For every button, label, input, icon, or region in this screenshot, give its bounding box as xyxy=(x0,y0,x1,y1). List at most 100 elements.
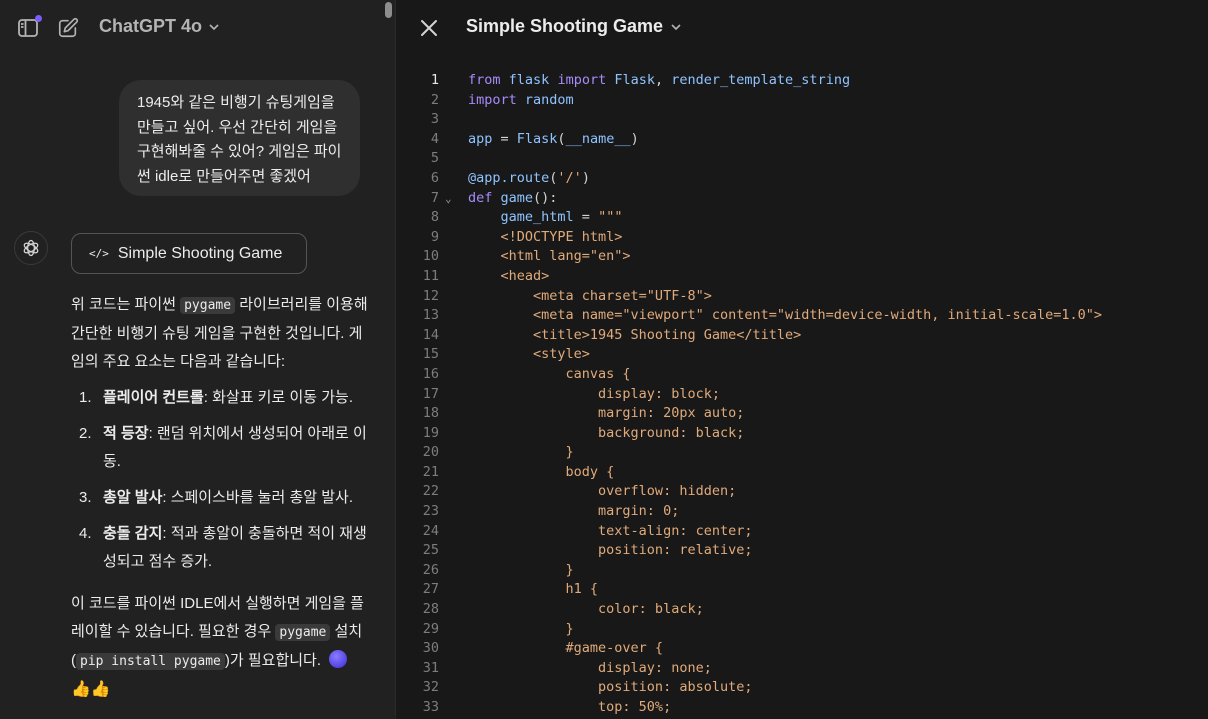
code-line[interactable]: 31 display: none; xyxy=(396,659,1208,679)
code-token: app xyxy=(468,130,493,147)
outro-paragraph: 이 코드를 파이썬 IDLE에서 실행하면 게임을 플레이할 수 있습니다. 필… xyxy=(71,590,371,704)
code-token: text-align: center; xyxy=(468,522,753,539)
code-token: """ xyxy=(598,209,623,226)
code-token: background: black; xyxy=(468,424,745,441)
code-line[interactable]: 2 import random xyxy=(396,91,1208,111)
line-number: 6 xyxy=(430,169,439,186)
code-line[interactable]: 33 top: 50%; xyxy=(396,698,1208,718)
code-token: game xyxy=(500,189,534,206)
code-line[interactable]: 5 xyxy=(396,149,1208,169)
code-line[interactable]: 30 #game-over { xyxy=(396,639,1208,659)
code-token: <html lang="en"> xyxy=(468,248,631,265)
code-text: margin: 0; xyxy=(468,502,679,522)
code-text: color: black; xyxy=(468,600,704,620)
code-token: import xyxy=(557,72,607,88)
code-text: body { xyxy=(468,463,615,483)
code-token: } xyxy=(468,561,574,578)
line-number: 30 xyxy=(422,640,439,657)
code-line[interactable]: 4 app = Flask(__name__) xyxy=(396,130,1208,150)
code-line[interactable]: 19 background: black; xyxy=(396,424,1208,444)
model-selector[interactable]: ChatGPT 4o xyxy=(99,16,220,37)
code-text: canvas { xyxy=(468,365,631,385)
code-line[interactable]: 20 } xyxy=(396,443,1208,463)
code-text: margin: 20px auto; xyxy=(468,404,744,424)
code-line[interactable]: 27 h1 { xyxy=(396,580,1208,600)
code-text: @app.route('/') xyxy=(468,169,590,189)
code-token: margin: 20px auto; xyxy=(468,405,745,422)
code-token: h1 { xyxy=(468,581,599,598)
purple-circle-icon xyxy=(329,650,348,668)
line-number: 20 xyxy=(422,444,439,461)
code-line[interactable]: 24 text-align: center; xyxy=(396,522,1208,542)
code-text: <!DOCTYPE html> xyxy=(468,228,623,248)
code-line[interactable]: 25 position: relative; xyxy=(396,541,1208,561)
code-line[interactable]: 11 <head> xyxy=(396,267,1208,287)
inline-code: pip install pygame xyxy=(76,653,225,670)
scrollbar-thumb[interactable] xyxy=(385,2,392,18)
code-line[interactable]: 12 <meta charset="UTF-8"> xyxy=(396,287,1208,307)
code-line[interactable]: 29 } xyxy=(396,620,1208,640)
code-line[interactable]: 3 xyxy=(396,110,1208,130)
line-number: 5 xyxy=(430,150,439,167)
code-token: #game-over { xyxy=(468,640,664,657)
code-text: app = Flask(__name__) xyxy=(468,130,639,150)
close-panel-button[interactable] xyxy=(418,17,440,39)
list-item: 4. 충돌 감지: 적과 총알이 충돌하면 적이 재생성되고 점수 증가. xyxy=(79,525,367,570)
code-token: random xyxy=(524,91,574,108)
code-token: <!DOCTYPE html> xyxy=(468,228,623,245)
code-line[interactable]: 32 position: absolute; xyxy=(396,678,1208,698)
chat-scrollbar[interactable] xyxy=(385,0,392,719)
code-line[interactable]: 17 display: block; xyxy=(396,385,1208,405)
code-token: <head> xyxy=(468,267,550,284)
code-text: position: absolute; xyxy=(468,678,752,698)
code-line[interactable]: 15 <style> xyxy=(396,345,1208,365)
line-number: 22 xyxy=(422,483,439,500)
line-number: 8 xyxy=(430,209,439,226)
new-chat-button[interactable] xyxy=(54,14,82,42)
code-text: } xyxy=(468,561,574,581)
sidebar-toggle-button[interactable] xyxy=(14,14,42,42)
code-line[interactable]: 8 game_html = """ xyxy=(396,208,1208,228)
thumbs-up-icon: 👍👍 xyxy=(71,681,111,698)
code-line[interactable]: 9 <!DOCTYPE html> xyxy=(396,228,1208,248)
code-text: game_html = """ xyxy=(468,208,623,228)
chat-panel: ChatGPT 4o 1945와 같은 비행기 슈팅게임을 만들고 싶어. 우선… xyxy=(0,0,395,719)
line-number: 27 xyxy=(422,581,439,598)
code-text: from flask import Flask, render_template… xyxy=(468,71,850,91)
code-text: def game(): xyxy=(468,189,557,209)
code-line[interactable]: 22 overflow: hidden; xyxy=(396,482,1208,502)
line-number: 28 xyxy=(422,601,439,618)
fold-chevron-icon[interactable]: ⌄ xyxy=(445,189,452,209)
code-token: position: relative; xyxy=(468,542,753,559)
code-line[interactable]: 1 from flask import Flask, render_templat… xyxy=(396,71,1208,91)
code-token: <title>1945 Shooting Game</title> xyxy=(468,326,802,343)
code-token: render_template_string xyxy=(671,72,851,88)
code-token: canvas { xyxy=(468,365,631,382)
line-number: 3 xyxy=(430,111,439,128)
canvas-open-button[interactable]: </> Simple Shooting Game xyxy=(71,233,307,274)
code-line[interactable]: 13 <meta name="viewport" content="width=… xyxy=(396,306,1208,326)
code-line[interactable]: 14 <title>1945 Shooting Game</title> xyxy=(396,326,1208,346)
code-line[interactable]: 23 margin: 0; xyxy=(396,502,1208,522)
code-line[interactable]: 26 } xyxy=(396,561,1208,581)
code-line[interactable]: 6 @app.route('/') xyxy=(396,169,1208,189)
code-token: (): xyxy=(533,189,558,206)
code-line[interactable]: 7 ⌄ def game(): xyxy=(396,189,1208,209)
code-line[interactable]: 16 canvas { xyxy=(396,365,1208,385)
code-token: Flask xyxy=(516,130,558,147)
line-number: 4 xyxy=(430,130,439,147)
panel-title-selector[interactable]: Simple Shooting Game xyxy=(466,16,682,37)
line-number: 32 xyxy=(422,679,439,696)
code-text: <html lang="en"> xyxy=(468,247,631,267)
code-editor[interactable]: 1 from flask import Flask, render_templat… xyxy=(396,71,1208,718)
feature-list: 1. 플레이어 컨트롤: 화살표 키로 이동 가능. 2. 적 등장: 랜덤 위치에… xyxy=(71,384,371,576)
code-line[interactable]: 21 body { xyxy=(396,463,1208,483)
code-line[interactable]: 28 color: black; xyxy=(396,600,1208,620)
line-number: 21 xyxy=(422,463,439,480)
code-line[interactable]: 10 <html lang="en"> xyxy=(396,247,1208,267)
code-text: top: 50%; xyxy=(468,698,671,718)
code-text: <meta name="viewport" content="width=dev… xyxy=(468,306,1102,326)
line-number: 15 xyxy=(422,346,439,363)
code-line[interactable]: 18 margin: 20px auto; xyxy=(396,404,1208,424)
